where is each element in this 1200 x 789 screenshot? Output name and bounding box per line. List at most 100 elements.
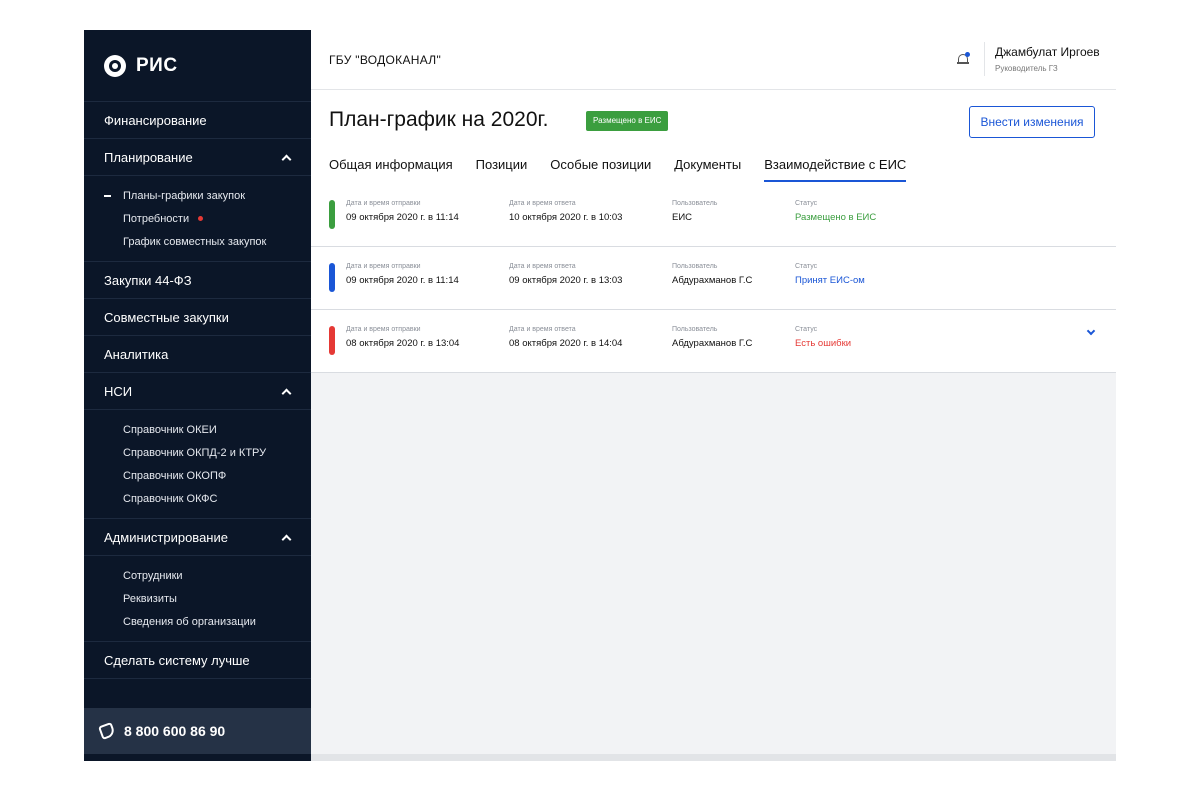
page-title: План-график на 2020г. — [329, 108, 549, 131]
sub-item-label: Реквизиты — [123, 592, 177, 605]
nav-item-procurement-44fz[interactable]: Закупки 44-ФЗ — [84, 262, 311, 299]
sent-field: Дата и время отправки 09 октября 2020 г.… — [346, 263, 459, 286]
chevron-down-icon[interactable] — [1086, 328, 1095, 337]
support-phone[interactable]: 8 800 600 86 90 — [84, 708, 311, 754]
chevron-up-icon[interactable] — [282, 533, 291, 542]
tab-bar: Общая информация Позиции Особые позиции … — [329, 157, 929, 184]
sub-item-requisites[interactable]: Реквизиты — [84, 587, 311, 610]
page-header: План-график на 2020г. Размещено в ЕИС Вн… — [311, 90, 1116, 184]
answered-field: Дата и время ответа 10 октября 2020 г. в… — [509, 200, 622, 223]
status-indicator — [329, 326, 335, 355]
field-label: Статус — [795, 263, 818, 270]
user-role: Руководитель ГЗ — [995, 64, 1058, 73]
nav-item-label: Администрирование — [104, 529, 228, 545]
status-field: Статус Принят ЕИС-ом — [795, 263, 865, 286]
field-label: Дата и время отправки — [346, 200, 421, 207]
field-label: Дата и время ответа — [509, 263, 576, 270]
user-field: Пользователь Абдурахманов Г.С — [672, 326, 752, 349]
notification-dot — [965, 52, 970, 57]
sub-item-label: Сведения об организации — [123, 615, 256, 628]
nav-item-planning[interactable]: Планирование — [84, 139, 311, 176]
user-value: Абдурахманов Г.С — [672, 275, 753, 286]
tab-special-positions[interactable]: Особые позиции — [550, 157, 651, 184]
horizontal-scrollbar[interactable] — [311, 754, 1116, 761]
tab-positions[interactable]: Позиции — [476, 157, 528, 184]
list-item[interactable]: Дата и время отправки 09 октября 2020 г.… — [311, 247, 1116, 310]
sub-item-label: Справочник ОКОПФ — [123, 469, 227, 482]
app-logo[interactable]: РИС — [84, 30, 311, 102]
status-value: Принят ЕИС-ом — [795, 275, 865, 286]
sub-item-okopf[interactable]: Справочник ОКОПФ — [84, 464, 311, 487]
app-name: РИС — [136, 54, 178, 76]
user-name[interactable]: Джамбулат Иргоев — [995, 45, 1100, 59]
organization-name: ГБУ "ВОДОКАНАЛ" — [329, 52, 442, 67]
sent-value: 08 октября 2020 г. в 13:04 — [346, 338, 460, 349]
chevron-up-icon[interactable] — [282, 153, 291, 162]
sub-item-okfs[interactable]: Справочник ОКФС — [84, 487, 311, 510]
sub-item-label: Сотрудники — [123, 569, 183, 582]
list-item[interactable]: Дата и время отправки 08 октября 2020 г.… — [311, 310, 1116, 373]
field-label: Пользователь — [672, 200, 718, 207]
list-item[interactable]: Дата и время отправки 09 октября 2020 г.… — [311, 184, 1116, 247]
sent-field: Дата и время отправки 08 октября 2020 г.… — [346, 326, 459, 349]
field-label: Дата и время отправки — [346, 326, 421, 333]
sub-item-needs[interactable]: Потребности — [84, 207, 311, 230]
nav-item-label: Планирование — [104, 149, 193, 165]
answered-value: 08 октября 2020 г. в 14:04 — [509, 338, 623, 349]
admin-submenu: Сотрудники Реквизиты Сведения об организ… — [84, 556, 311, 642]
user-value: Абдурахманов Г.С — [672, 338, 753, 349]
status-indicator — [329, 200, 335, 229]
answered-value: 09 октября 2020 г. в 13:03 — [509, 275, 623, 286]
field-label: Дата и время ответа — [509, 200, 576, 207]
tab-documents[interactable]: Документы — [674, 157, 741, 184]
field-label: Дата и время ответа — [509, 326, 576, 333]
nav-item-administration[interactable]: Администрирование — [84, 519, 311, 556]
bell-icon[interactable] — [957, 52, 970, 66]
phone-number: 8 800 600 86 90 — [124, 723, 226, 739]
sub-item-okei[interactable]: Справочник ОКЕИ — [84, 418, 311, 441]
status-value: Размещено в ЕИС — [795, 212, 877, 223]
phone-icon — [98, 722, 116, 740]
sent-field: Дата и время отправки 09 октября 2020 г.… — [346, 200, 459, 223]
sidebar: РИС Финансирование Планирование Планы-гр… — [84, 30, 311, 761]
nav-item-joint-procurement[interactable]: Совместные закупки — [84, 299, 311, 336]
sub-item-label: Справочник ОКФС — [123, 492, 218, 505]
status-value: Есть ошибки — [795, 338, 852, 349]
answered-value: 10 октября 2020 г. в 10:03 — [509, 212, 623, 223]
sub-item-org-info[interactable]: Сведения об организации — [84, 610, 311, 633]
planning-submenu: Планы-графики закупок Потребности График… — [84, 176, 311, 262]
tab-eis-interaction[interactable]: Взаимодействие с ЕИС — [764, 157, 907, 184]
sub-item-employees[interactable]: Сотрудники — [84, 564, 311, 587]
status-indicator — [329, 263, 335, 292]
sub-item-label: Справочник ОКПД-2 и КТРУ — [123, 446, 267, 459]
field-label: Дата и время отправки — [346, 263, 421, 270]
status-field: Статус Есть ошибки — [795, 326, 851, 349]
emblem-icon — [104, 54, 126, 77]
sub-item-joint-schedule[interactable]: График совместных закупок — [84, 230, 311, 253]
field-label: Пользователь — [672, 326, 718, 333]
answered-field: Дата и время ответа 09 октября 2020 г. в… — [509, 263, 622, 286]
user-field: Пользователь ЕИС — [672, 200, 717, 223]
sub-item-label: Планы-графики закупок — [123, 189, 246, 202]
nav-item-label: Аналитика — [104, 346, 169, 362]
field-label: Пользователь — [672, 263, 718, 270]
notification-dot — [198, 216, 204, 221]
top-header: ГБУ "ВОДОКАНАЛ" Джамбулат Иргоев Руковод… — [311, 30, 1116, 90]
nav-item-analytics[interactable]: Аналитика — [84, 336, 311, 373]
nav-item-nsi[interactable]: НСИ — [84, 373, 311, 410]
header-divider — [984, 42, 985, 76]
sent-value: 09 октября 2020 г. в 11:14 — [346, 275, 459, 286]
edit-button[interactable]: Внести изменения — [969, 106, 1095, 138]
nav-item-improve-system[interactable]: Сделать систему лучше — [84, 642, 311, 679]
chevron-up-icon[interactable] — [282, 387, 291, 396]
tab-general-info[interactable]: Общая информация — [329, 157, 453, 184]
nav-item-label: Сделать систему лучше — [104, 652, 250, 668]
status-badge: Размещено в ЕИС — [586, 111, 669, 131]
nav-item-financing[interactable]: Финансирование — [84, 102, 311, 139]
answered-field: Дата и время ответа 08 октября 2020 г. в… — [509, 326, 622, 349]
sub-item-label: График совместных закупок — [123, 235, 267, 248]
sub-item-procurement-plans[interactable]: Планы-графики закупок — [84, 184, 311, 207]
app-frame: РИС Финансирование Планирование Планы-гр… — [84, 30, 1116, 761]
sub-item-okpd2[interactable]: Справочник ОКПД-2 и КТРУ — [84, 441, 311, 464]
sent-value: 09 октября 2020 г. в 11:14 — [346, 212, 459, 223]
